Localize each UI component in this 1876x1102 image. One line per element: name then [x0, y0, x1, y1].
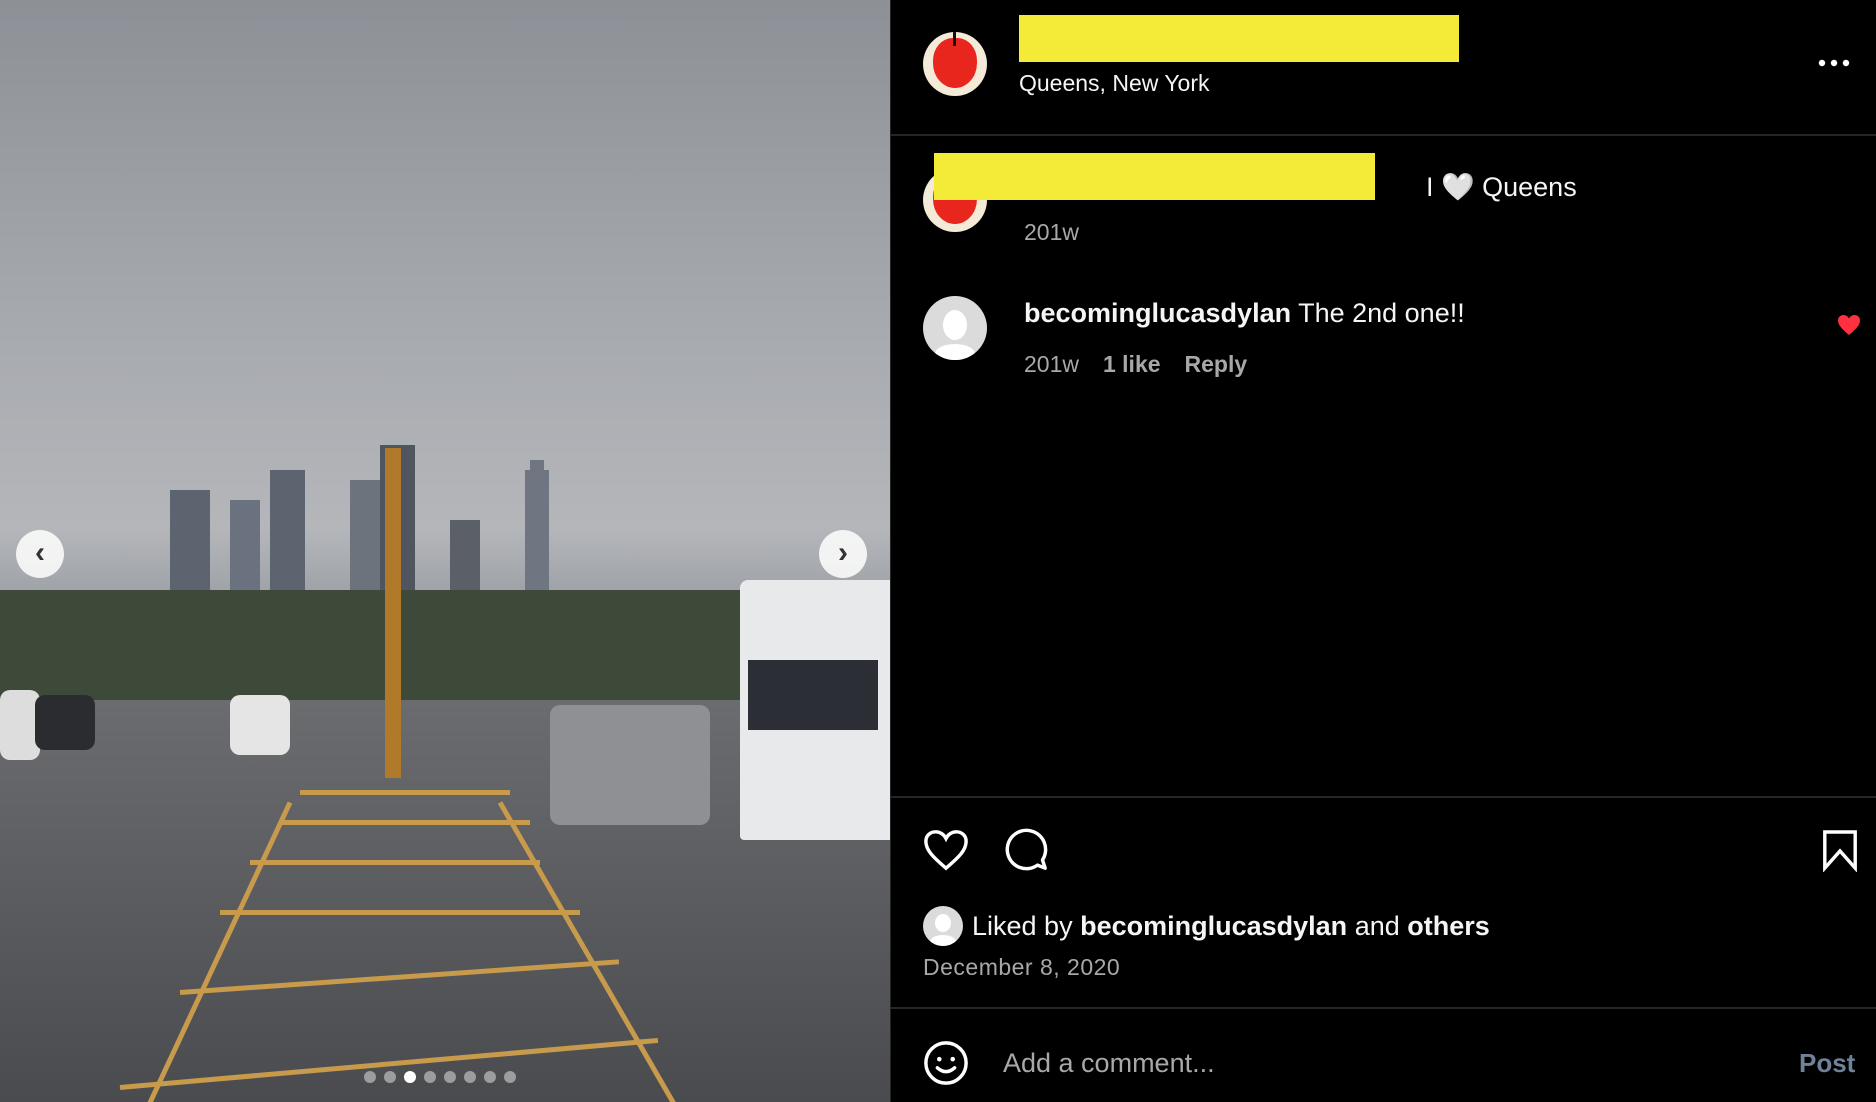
carousel-dot-active — [404, 1071, 416, 1083]
comment-icon[interactable] — [1003, 827, 1049, 873]
save-bookmark-icon[interactable] — [1821, 830, 1859, 872]
like-icon[interactable] — [923, 828, 969, 872]
liked-by-username[interactable]: becominglucasdylan — [1080, 911, 1347, 941]
post-comment-button[interactable]: Post — [1799, 1048, 1855, 1079]
add-comment-input[interactable] — [1003, 1042, 1703, 1084]
post-date: December 8, 2020 — [923, 954, 1121, 980]
commenter-avatar[interactable] — [923, 296, 987, 360]
comment-username[interactable]: becominglucasdylan — [1024, 298, 1291, 328]
comment-likes[interactable]: 1 like — [1103, 351, 1161, 378]
carousel-dot — [424, 1071, 436, 1083]
carousel-indicator — [364, 1071, 516, 1083]
reply-button[interactable]: Reply — [1185, 351, 1248, 378]
comment-meta: 201w 1 like Reply — [1024, 351, 1247, 378]
liker-avatar — [923, 906, 963, 946]
carousel-dot — [444, 1071, 456, 1083]
redacted-username — [1019, 15, 1459, 62]
carousel-dot — [364, 1071, 376, 1083]
comment-text: The 2nd one!! — [1298, 298, 1465, 328]
post-location[interactable]: Queens, New York — [1019, 70, 1210, 97]
post-photo: ‹ › — [0, 0, 890, 1102]
emoji-icon[interactable] — [923, 1040, 969, 1086]
carousel-dot — [464, 1071, 476, 1083]
previous-slide-button[interactable]: ‹ — [16, 530, 64, 578]
carousel-dot — [484, 1071, 496, 1083]
caption-timestamp: 201w — [1024, 219, 1079, 245]
next-slide-button[interactable]: › — [819, 530, 867, 578]
comment-timestamp: 201w — [1024, 351, 1079, 377]
author-avatar[interactable] — [923, 32, 987, 96]
comment-body: becominglucasdylan The 2nd one!! — [1024, 298, 1465, 329]
post-details-panel: Queens, New York I 🤍 Queens 201w becomin… — [890, 0, 1876, 1102]
comment-liked-heart-icon[interactable] — [1837, 314, 1861, 336]
caption-text: I 🤍 Queens — [1426, 172, 1577, 202]
more-options-icon[interactable] — [1817, 58, 1851, 68]
liked-by-summary[interactable]: Liked by becominglucasdylan and others — [972, 911, 1490, 942]
carousel-dot — [504, 1071, 516, 1083]
liked-by-others[interactable]: others — [1407, 911, 1490, 941]
carousel-dot — [384, 1071, 396, 1083]
